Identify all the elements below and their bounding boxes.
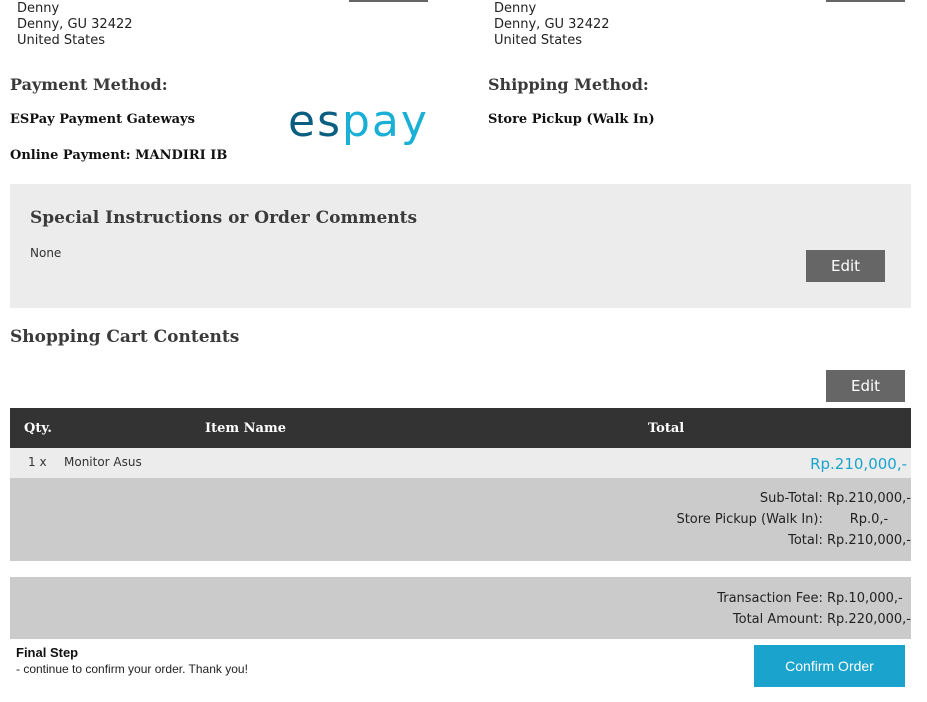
shipping-cost-value: Rp.0,- <box>849 512 889 527</box>
col-item-name: Item Name <box>205 421 286 436</box>
transaction-fee-line: Transaction Fee: Rp.10,000,- <box>717 591 911 606</box>
online-payment: Online Payment: MANDIRI IB <box>10 148 228 163</box>
espay-logo: espay <box>288 100 429 144</box>
espay-logo-pay: pay <box>342 96 429 147</box>
total-amount-label: Total Amount: <box>732 612 823 627</box>
payment-gateway: ESPay Payment Gateways <box>10 112 195 127</box>
fee-totals: Transaction Fee: Rp.10,000,- Total Amoun… <box>10 577 911 639</box>
billing-country: United States <box>17 33 106 48</box>
billing-edit-button-edge[interactable] <box>349 0 428 2</box>
order-totals: Sub-Total: Rp.210,000,- Store Pickup (Wa… <box>10 478 911 561</box>
shipping-edit-button-edge[interactable] <box>826 0 905 2</box>
cart-edit-button[interactable]: Edit <box>826 370 905 402</box>
shipping-cost-line: Store Pickup (Walk In): Rp.0,- <box>676 512 911 527</box>
transaction-fee-value: Rp.10,000,- <box>827 591 903 606</box>
cart-heading: Shopping Cart Contents <box>10 327 240 347</box>
item-total: Rp.210,000,- <box>810 455 907 473</box>
item-qty: 1 x <box>28 455 47 469</box>
subtotal-label: Sub-Total: <box>759 491 823 506</box>
table-row: 1 x Monitor Asus Rp.210,000,- <box>10 448 911 478</box>
shipping-cost-label: Store Pickup (Walk In): <box>676 512 823 527</box>
subtotal-value: Rp.210,000,- <box>827 491 911 506</box>
total-amount-value: Rp.220,000,- <box>827 612 911 627</box>
billing-city: Denny, GU 32422 <box>17 17 133 32</box>
item-name: Monitor Asus <box>64 455 142 469</box>
transaction-fee-label: Transaction Fee: <box>717 591 823 606</box>
comments-heading: Special Instructions or Order Comments <box>30 208 418 228</box>
shipping-country: United States <box>494 33 583 48</box>
espay-logo-es: es <box>288 96 342 147</box>
comments-value: None <box>30 246 62 260</box>
total-line: Total: Rp.210,000,- <box>788 533 911 548</box>
comments-edit-button[interactable]: Edit <box>806 250 885 282</box>
total-label: Total: <box>788 533 823 548</box>
final-step-text: - continue to confirm your order. Thank … <box>16 662 248 676</box>
payment-method-heading: Payment Method: <box>10 75 168 94</box>
final-step-title: Final Step <box>16 645 79 660</box>
shipping-name: Denny <box>494 1 537 16</box>
total-value: Rp.210,000,- <box>827 533 911 548</box>
billing-name: Denny <box>17 1 60 16</box>
confirm-order-button[interactable]: Confirm Order <box>754 645 905 687</box>
cart-table-header: Qty. Item Name Total <box>10 408 911 448</box>
comments-panel: Special Instructions or Order Comments N… <box>10 184 911 308</box>
shipping-method-value: Store Pickup (Walk In) <box>488 112 655 127</box>
subtotal-line: Sub-Total: Rp.210,000,- <box>760 491 911 506</box>
shipping-method-heading: Shipping Method: <box>488 75 649 94</box>
col-qty: Qty. <box>24 421 52 436</box>
shipping-city: Denny, GU 32422 <box>494 17 610 32</box>
total-amount-line: Total Amount: Rp.220,000,- <box>733 612 911 627</box>
col-total: Total <box>648 421 685 436</box>
